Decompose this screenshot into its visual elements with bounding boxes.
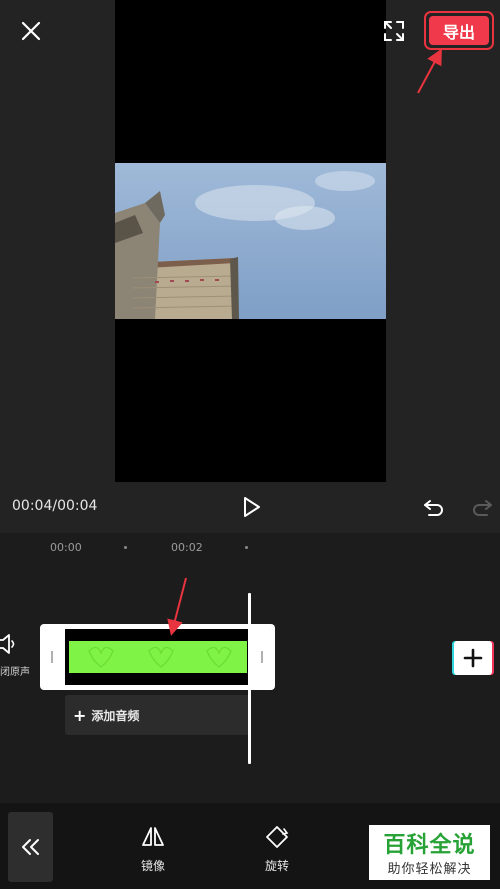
close-button[interactable] <box>14 14 48 48</box>
watermark-subtitle: 助你轻松解决 <box>387 862 472 877</box>
play-button[interactable] <box>238 494 264 520</box>
redo-icon <box>473 500 492 516</box>
close-icon <box>21 21 41 41</box>
ruler-dot <box>124 546 127 549</box>
video-frame <box>115 163 386 319</box>
ruler-label: 00:00 <box>50 541 82 554</box>
time-readout: 00:04/00:04 <box>12 498 98 514</box>
speaker-icon[interactable] <box>0 633 18 655</box>
clip-left-handle[interactable] <box>51 651 53 663</box>
ruler-label: 00:02 <box>171 541 203 554</box>
mirror-tool[interactable]: 镜像 <box>123 825 183 874</box>
timeline[interactable]: 00:00 00:02 闭原声 + 添加音频 <box>0 533 500 803</box>
export-button[interactable]: 导出 <box>429 16 489 45</box>
collapse-button[interactable] <box>8 812 53 882</box>
ruler-dot <box>245 546 248 549</box>
undo-icon <box>424 500 443 516</box>
play-icon <box>244 497 260 517</box>
clip-green-fill <box>69 641 247 673</box>
double-chevron-left-icon <box>21 839 39 855</box>
clip-right-handle[interactable] <box>261 651 263 663</box>
video-preview <box>115 0 386 482</box>
plus-icon: + <box>73 705 87 725</box>
watermark: 百科全说 助你轻松解决 <box>369 825 490 880</box>
export-arrow <box>417 48 442 94</box>
fullscreen-button[interactable] <box>380 17 408 45</box>
mute-original-sound-label[interactable]: 闭原声 <box>0 663 30 678</box>
rotate-label: 旋转 <box>264 859 289 873</box>
rotate-icon <box>266 826 289 848</box>
fullscreen-icon <box>384 21 404 41</box>
clip-thumbnail <box>65 629 251 685</box>
undo-button[interactable] <box>421 495 447 521</box>
export-highlight: 导出 <box>424 11 494 50</box>
mirror-label: 镜像 <box>140 859 165 873</box>
playhead[interactable] <box>248 593 251 764</box>
watermark-title: 百科全说 <box>383 833 476 858</box>
add-clip-button[interactable] <box>454 641 492 675</box>
rotate-tool[interactable]: 旋转 <box>247 825 307 874</box>
add-audio-label: 添加音频 <box>91 708 140 723</box>
add-audio-button[interactable]: + 添加音频 <box>65 695 250 735</box>
redo-button[interactable] <box>469 495 495 521</box>
plus-icon <box>463 648 483 668</box>
video-clip[interactable] <box>40 624 275 690</box>
mirror-icon <box>142 827 164 846</box>
